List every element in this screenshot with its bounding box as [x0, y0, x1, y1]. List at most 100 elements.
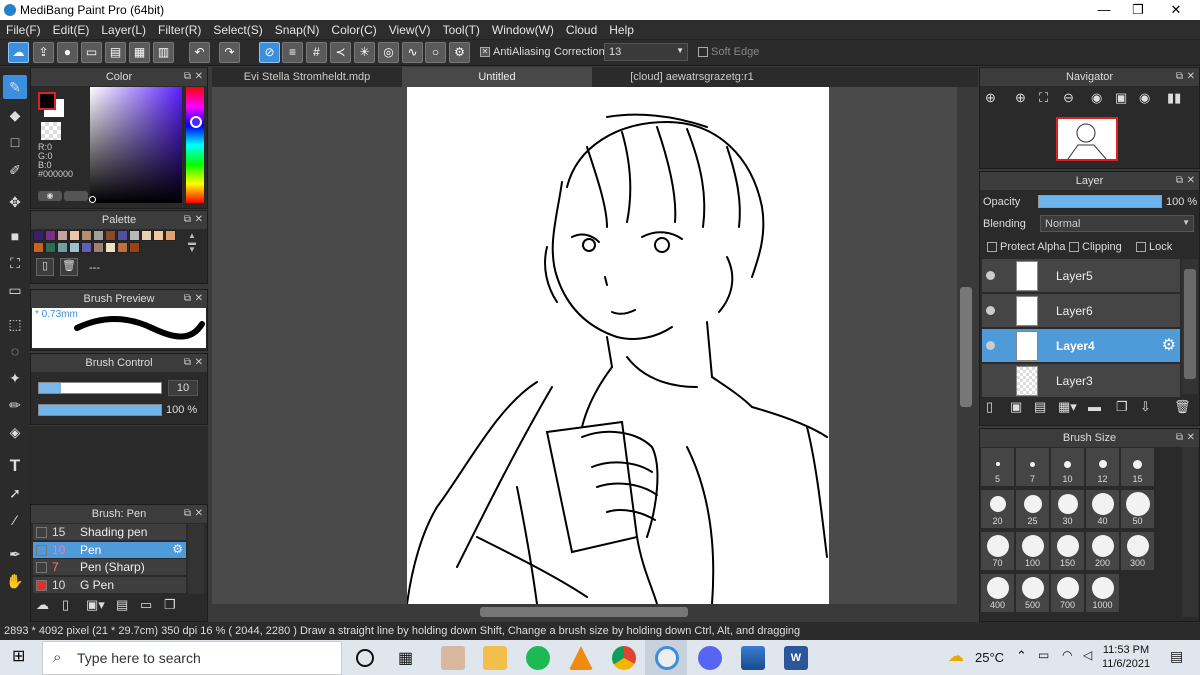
- gradient-tool-icon[interactable]: ▭: [3, 278, 27, 302]
- palette-swatch[interactable]: [117, 230, 128, 241]
- comment-icon[interactable]: ▭: [81, 42, 102, 63]
- file-explorer-icon[interactable]: [483, 646, 507, 670]
- battery-icon[interactable]: ▭: [1038, 648, 1049, 662]
- parallel-snap-icon[interactable]: ≡: [282, 42, 303, 63]
- antialiasing-checkbox[interactable]: ✕: [480, 47, 490, 58]
- palette-swatch[interactable]: [129, 230, 140, 241]
- zoom-out-icon[interactable]: ⊖: [1063, 90, 1074, 106]
- menu-view[interactable]: View(V): [383, 20, 437, 40]
- grid-snap-icon[interactable]: #: [306, 42, 327, 63]
- text-tool-icon[interactable]: T: [3, 454, 27, 478]
- blending-select[interactable]: Normal ▼: [1040, 215, 1194, 232]
- magic-wand-icon[interactable]: ✦: [3, 366, 27, 390]
- brush-size-option[interactable]: 300: [1121, 532, 1154, 570]
- word-icon[interactable]: W: [784, 646, 808, 670]
- menu-window[interactable]: Window(W): [486, 20, 560, 40]
- speech-bubble-icon[interactable]: ●: [57, 42, 78, 63]
- menu-snap[interactable]: Snap(N): [269, 20, 326, 40]
- brush-size-option[interactable]: 700: [1051, 574, 1084, 612]
- folder-icon[interactable]: ▭: [140, 597, 152, 613]
- palette-swatch[interactable]: [69, 242, 80, 253]
- undock-icon[interactable]: ⧉: [184, 505, 191, 523]
- task-view-icon[interactable]: ▦: [398, 648, 413, 668]
- close-icon[interactable]: ✕: [195, 505, 203, 523]
- palette-swatch[interactable]: [93, 230, 104, 241]
- brush-size-option[interactable]: 5: [981, 448, 1014, 486]
- layer-scroll-thumb[interactable]: [1184, 269, 1196, 379]
- hue-handle[interactable]: [190, 116, 202, 128]
- rectangle-tool-icon[interactable]: □: [3, 130, 27, 154]
- brush-size-option[interactable]: 30: [1051, 490, 1084, 528]
- tab-evi-stella[interactable]: Evi Stella Stromheldt.mdp: [212, 67, 402, 87]
- cloud-icon[interactable]: ☁: [8, 42, 29, 63]
- chevron-up-icon[interactable]: ⌃: [1016, 648, 1027, 664]
- palette-swatch[interactable]: [69, 230, 80, 241]
- palette-swatch[interactable]: [129, 242, 140, 253]
- soft-edge-checkbox[interactable]: [698, 47, 708, 58]
- brush-tool-icon[interactable]: ✎: [3, 75, 27, 99]
- close-icon[interactable]: ✕: [1187, 429, 1195, 447]
- menu-file[interactable]: File(F): [0, 20, 47, 40]
- palette-swatch[interactable]: [81, 242, 92, 253]
- menu-cloud[interactable]: Cloud: [560, 20, 603, 40]
- palette-swatch[interactable]: [57, 230, 68, 241]
- palette-swatch[interactable]: [33, 242, 44, 253]
- palette-swatch[interactable]: [105, 230, 116, 241]
- close-icon[interactable]: ✕: [195, 211, 203, 229]
- select-pen-icon[interactable]: ✏: [3, 393, 27, 417]
- clipping-toggle[interactable]: Clipping: [1069, 241, 1122, 253]
- circle-snap-icon[interactable]: ○: [425, 42, 446, 63]
- brush-size-option[interactable]: 100: [1016, 532, 1049, 570]
- brush-size-option[interactable]: 20: [981, 490, 1014, 528]
- undock-icon[interactable]: ⧉: [1176, 68, 1183, 86]
- brush-size-value[interactable]: 10: [168, 380, 198, 396]
- close-icon[interactable]: ✕: [1187, 172, 1195, 190]
- brush-settings-gear-icon[interactable]: ⚙: [172, 542, 183, 556]
- hue-slider[interactable]: [186, 87, 204, 203]
- layer-folder-icon[interactable]: ▬: [1088, 399, 1101, 414]
- palette-swatch[interactable]: [141, 230, 152, 241]
- lasso-tool-icon[interactable]: ◌: [3, 339, 27, 363]
- clipping-checkbox[interactable]: [1069, 242, 1079, 253]
- menu-layer[interactable]: Layer(L): [95, 20, 152, 40]
- bucket-tool-icon[interactable]: ⛶: [3, 251, 27, 275]
- brush-list-scrollbar[interactable]: [188, 524, 204, 594]
- palette-swatch[interactable]: [165, 230, 176, 241]
- perspective-snap-icon[interactable]: ≺: [330, 42, 351, 63]
- operation-tool-icon[interactable]: ➚: [3, 481, 27, 505]
- divide-tool-icon[interactable]: ⁄: [3, 508, 27, 532]
- curve-snap-icon[interactable]: ∿: [402, 42, 423, 63]
- duplicate-brush-icon[interactable]: ❐: [164, 597, 176, 613]
- reset-rotation-icon[interactable]: ▣: [1115, 90, 1127, 106]
- color-option-button[interactable]: [64, 191, 88, 201]
- palette-scroll[interactable]: ▲ ▬ ▼: [188, 232, 196, 254]
- brush-size-option[interactable]: 200: [1086, 532, 1119, 570]
- palette-swatch[interactable]: [81, 230, 92, 241]
- medibang-icon[interactable]: [655, 646, 679, 670]
- protect-alpha-checkbox[interactable]: [987, 242, 997, 253]
- redo-icon[interactable]: ↷: [219, 42, 240, 63]
- close-icon[interactable]: ✕: [195, 290, 203, 308]
- wifi-icon[interactable]: ◠: [1062, 648, 1072, 662]
- select-eraser-icon[interactable]: ◈: [3, 420, 27, 444]
- new-brush-icon[interactable]: ▯: [62, 597, 69, 613]
- chrome-icon[interactable]: [612, 646, 636, 670]
- layer-row-selected[interactable]: Layer4 ⚙: [982, 329, 1180, 363]
- undock-icon[interactable]: ⧉: [1176, 429, 1183, 447]
- vertical-scrollbar[interactable]: [957, 87, 975, 604]
- close-icon[interactable]: ✕: [195, 354, 203, 372]
- new-halftone-layer-icon[interactable]: ▣: [1010, 399, 1022, 415]
- layer-row[interactable]: Layer6: [982, 294, 1180, 328]
- cortana-icon[interactable]: [356, 649, 374, 667]
- undock-icon[interactable]: ⧉: [184, 211, 191, 229]
- weather-temp[interactable]: 25°C: [975, 650, 1004, 665]
- lock-toggle[interactable]: Lock: [1136, 241, 1172, 253]
- brush-size-option[interactable]: 10: [1051, 448, 1084, 486]
- palette-swatch[interactable]: [153, 230, 164, 241]
- horizontal-scroll-thumb[interactable]: [480, 607, 688, 617]
- palette-swatch[interactable]: [57, 242, 68, 253]
- flip-icon[interactable]: ▮▮: [1167, 90, 1181, 106]
- visibility-eye-icon[interactable]: [986, 306, 995, 315]
- photos-icon[interactable]: [741, 646, 765, 670]
- select-tool-icon[interactable]: ⬚: [3, 312, 27, 336]
